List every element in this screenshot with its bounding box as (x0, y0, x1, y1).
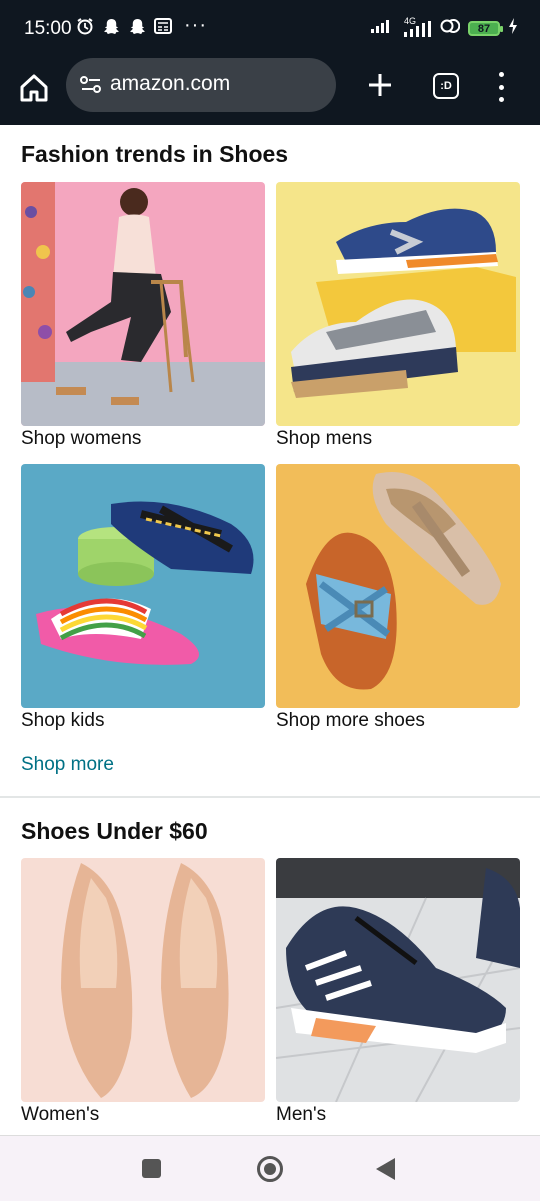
kids-sandals-photo[interactable] (21, 464, 265, 708)
browser-toolbar: amazon.com :D (0, 58, 540, 125)
snapchat-icon (102, 17, 120, 35)
running-shoe-photo[interactable] (276, 858, 520, 1102)
nude-pumps-photo[interactable] (21, 858, 265, 1102)
signal-icon (370, 18, 394, 39)
status-bar: 15:00 ··· 4G 87 (0, 0, 540, 60)
notification-icons (76, 17, 172, 35)
tile-label[interactable]: Shop kids (21, 710, 104, 732)
tile-label[interactable]: Women's (21, 1104, 99, 1126)
home-circle-icon[interactable] (257, 1156, 283, 1182)
woman-on-stool-photo[interactable] (21, 182, 265, 426)
sync-icon (440, 17, 461, 40)
tabs-icon[interactable]: :D (433, 73, 459, 99)
signal-4g-icon: 4G (402, 16, 432, 38)
sandals-photo[interactable] (276, 464, 520, 708)
home-icon[interactable] (17, 71, 51, 105)
shop-more-link[interactable]: Shop more (21, 754, 114, 776)
plus-icon[interactable] (365, 70, 395, 100)
url-text[interactable]: amazon.com (110, 72, 230, 96)
news-icon (154, 17, 172, 35)
tile-label[interactable]: Shop womens (21, 428, 141, 450)
address-bar[interactable]: amazon.com (66, 58, 336, 112)
site-settings-icon[interactable] (80, 75, 101, 95)
section-title: Shoes Under $60 (21, 818, 208, 844)
more-notifications: ··· (184, 14, 207, 36)
recents-icon[interactable] (142, 1159, 161, 1178)
back-icon[interactable] (376, 1158, 395, 1180)
tile-label[interactable]: Shop mens (276, 428, 372, 450)
battery-icon: 87 (468, 21, 503, 36)
tile-label[interactable]: Shop more shoes (276, 710, 425, 732)
snapchat-icon (128, 17, 146, 35)
section-title: Fashion trends in Shoes (21, 141, 289, 167)
tile-label[interactable]: Men's (276, 1104, 326, 1126)
system-icons: 4G 87 (370, 16, 518, 40)
system-nav-bar (0, 1135, 540, 1201)
sneakers-photo[interactable] (276, 182, 520, 426)
clock: 15:00 (24, 18, 72, 39)
divider (0, 796, 540, 798)
alarm-icon (76, 17, 94, 35)
charging-icon (508, 18, 518, 39)
more-vert-icon[interactable] (490, 72, 512, 102)
